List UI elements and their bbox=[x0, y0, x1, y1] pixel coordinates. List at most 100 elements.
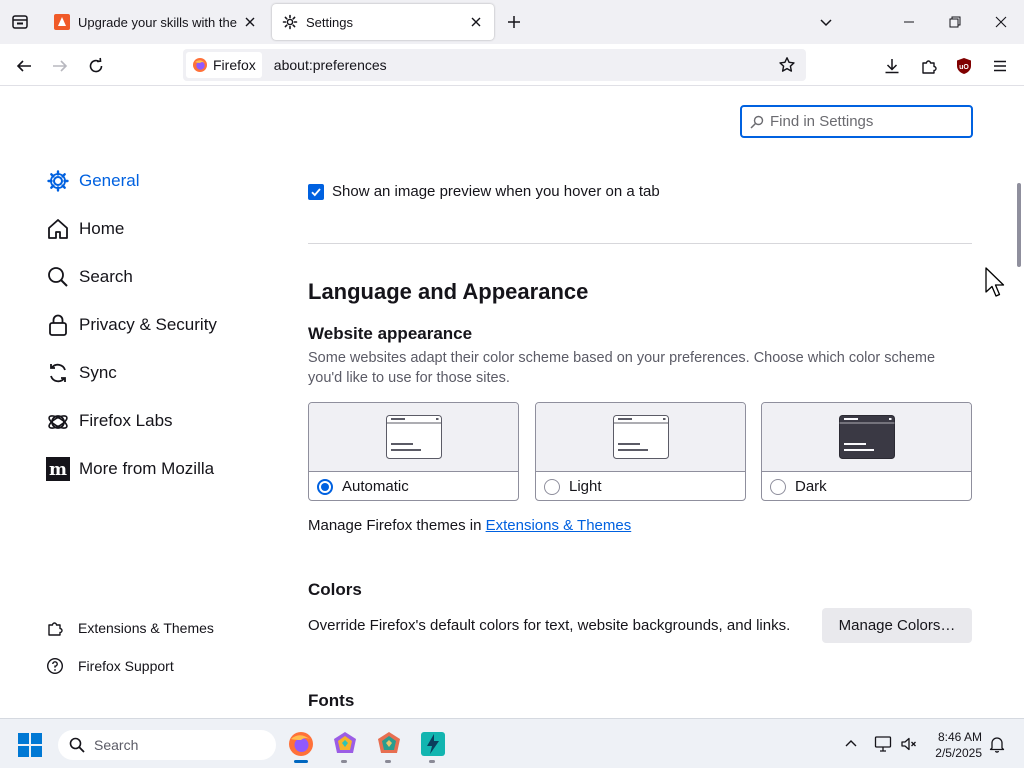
taskbar-search-placeholder: Search bbox=[94, 737, 139, 753]
new-tab-button[interactable] bbox=[502, 10, 526, 34]
fonts-heading: Fonts bbox=[308, 691, 355, 710]
star-icon bbox=[779, 57, 795, 72]
category-label: Firefox Labs bbox=[79, 411, 173, 430]
running-app-indicator bbox=[429, 760, 435, 763]
svg-text:m: m bbox=[49, 460, 67, 480]
ublock-origin-button[interactable]: uO bbox=[950, 52, 978, 80]
appearance-option-row[interactable]: Light bbox=[536, 472, 745, 500]
dark-radio[interactable] bbox=[770, 478, 786, 495]
windows-taskbar: Search 8:46 AM 2/5/2025 bbox=[0, 718, 1024, 768]
category-label: More from Mozilla bbox=[79, 459, 215, 478]
bookmark-star-button[interactable] bbox=[772, 50, 802, 80]
close-icon bbox=[995, 16, 1007, 28]
ublock-shield-icon: uO bbox=[957, 58, 971, 74]
taskbar-app-3[interactable] bbox=[374, 729, 404, 759]
appearance-option-row[interactable]: Dark bbox=[762, 472, 971, 500]
restore-icon bbox=[949, 16, 961, 28]
tab-title: Settings bbox=[306, 14, 353, 30]
minimize-button[interactable] bbox=[886, 0, 932, 44]
taskbar-firefox[interactable] bbox=[286, 729, 316, 759]
manage-colors-button[interactable]: Manage Colors… bbox=[822, 608, 972, 643]
appearance-option-label: Dark bbox=[795, 478, 827, 495]
extensions-themes-link[interactable]: Extensions & Themes bbox=[46, 617, 214, 639]
settings-page: General Home Search Privacy & Security S… bbox=[0, 86, 1024, 718]
puzzle-icon bbox=[922, 60, 937, 74]
home-icon bbox=[46, 217, 70, 241]
maximize-button[interactable] bbox=[932, 0, 978, 44]
lock-icon bbox=[46, 313, 70, 337]
url-bar[interactable]: Firefox about:preferences bbox=[183, 49, 806, 81]
search-input[interactable] bbox=[770, 113, 960, 130]
taskbar-search-box[interactable]: Search bbox=[58, 730, 276, 760]
extensions-button[interactable] bbox=[915, 52, 943, 80]
tab-preview-checkbox-row[interactable]: Show an image preview when you hover on … bbox=[308, 183, 660, 200]
extensions-themes-link[interactable]: Extensions & Themes bbox=[486, 517, 632, 534]
notifications-button[interactable] bbox=[986, 733, 1008, 755]
section-title: Language and Appearance bbox=[308, 279, 589, 304]
tab-upgrade-skills[interactable]: Upgrade your skills with the We bbox=[44, 4, 268, 40]
appearance-option-dark[interactable]: Dark bbox=[761, 402, 972, 501]
identity-label: Firefox bbox=[213, 57, 256, 73]
tab-settings[interactable]: Settings bbox=[272, 4, 494, 40]
firefox-support-link[interactable]: Firefox Support bbox=[46, 655, 174, 677]
volume-button[interactable] bbox=[898, 733, 920, 755]
find-in-settings-field[interactable] bbox=[740, 105, 973, 138]
appearance-option-row[interactable]: Automatic bbox=[309, 472, 518, 500]
footer-link-label: Firefox Support bbox=[78, 658, 174, 674]
close-icon[interactable] bbox=[468, 14, 484, 30]
reload-button[interactable] bbox=[82, 52, 110, 80]
category-firefox-labs[interactable]: Firefox Labs bbox=[46, 407, 173, 435]
automatic-radio[interactable] bbox=[317, 478, 333, 495]
active-app-indicator bbox=[294, 760, 308, 763]
identity-box[interactable]: Firefox bbox=[186, 52, 262, 78]
app-gem-icon bbox=[378, 732, 400, 753]
light-radio[interactable] bbox=[544, 478, 560, 495]
network-button[interactable] bbox=[872, 733, 894, 755]
navigation-toolbar: Firefox about:preferences uO bbox=[0, 44, 1024, 86]
app-menu-button[interactable] bbox=[986, 52, 1014, 80]
close-icon[interactable] bbox=[242, 14, 258, 30]
taskbar-app-4[interactable] bbox=[418, 729, 448, 759]
category-home[interactable]: Home bbox=[46, 215, 124, 243]
category-search[interactable]: Search bbox=[46, 263, 133, 291]
back-button[interactable] bbox=[10, 52, 38, 80]
tab-title: Upgrade your skills with the We bbox=[78, 14, 238, 30]
appearance-option-light[interactable]: Light bbox=[535, 402, 746, 501]
flask-icon bbox=[46, 409, 70, 433]
category-label: Home bbox=[79, 219, 125, 238]
category-label: General bbox=[79, 171, 140, 190]
show-hidden-icons-button[interactable] bbox=[840, 733, 862, 755]
category-label: Search bbox=[79, 267, 133, 286]
category-label: Privacy & Security bbox=[79, 315, 217, 334]
windows-start-icon[interactable] bbox=[18, 733, 42, 757]
site-favicon-icon bbox=[54, 14, 70, 30]
mouse-pointer-icon bbox=[985, 267, 1005, 297]
tab-preview-checkbox[interactable] bbox=[308, 183, 324, 200]
website-appearance-heading: Website appearance bbox=[308, 324, 473, 343]
appearance-option-automatic[interactable]: Automatic bbox=[308, 402, 519, 501]
taskbar-clock[interactable]: 8:46 AM 2/5/2025 bbox=[922, 729, 982, 761]
gear-icon bbox=[282, 14, 298, 30]
close-window-button[interactable] bbox=[978, 0, 1024, 44]
section-divider bbox=[308, 243, 972, 244]
scrollbar-thumb[interactable] bbox=[1017, 183, 1021, 267]
downloads-button[interactable] bbox=[878, 52, 906, 80]
taskbar-app-2[interactable] bbox=[330, 729, 360, 759]
download-icon bbox=[885, 59, 899, 74]
category-privacy-security[interactable]: Privacy & Security bbox=[46, 311, 217, 339]
category-more-from-mozilla[interactable]: m More from Mozilla bbox=[46, 455, 214, 483]
sync-icon bbox=[46, 361, 70, 385]
automatic-preview-image bbox=[309, 403, 518, 472]
hamburger-menu-icon bbox=[994, 60, 1006, 72]
light-preview-image bbox=[536, 403, 745, 472]
list-all-tabs-button[interactable] bbox=[814, 10, 838, 34]
url-text[interactable]: about:preferences bbox=[274, 57, 772, 73]
puzzle-icon bbox=[46, 619, 64, 637]
category-sync[interactable]: Sync bbox=[46, 359, 117, 387]
checkbox-label: Show an image preview when you hover on … bbox=[332, 183, 660, 200]
running-app-indicator bbox=[385, 760, 391, 763]
forward-button[interactable] bbox=[46, 52, 74, 80]
tab-list-button[interactable] bbox=[8, 10, 32, 34]
category-general[interactable]: General bbox=[46, 167, 139, 195]
clock-date: 2/5/2025 bbox=[935, 746, 982, 760]
